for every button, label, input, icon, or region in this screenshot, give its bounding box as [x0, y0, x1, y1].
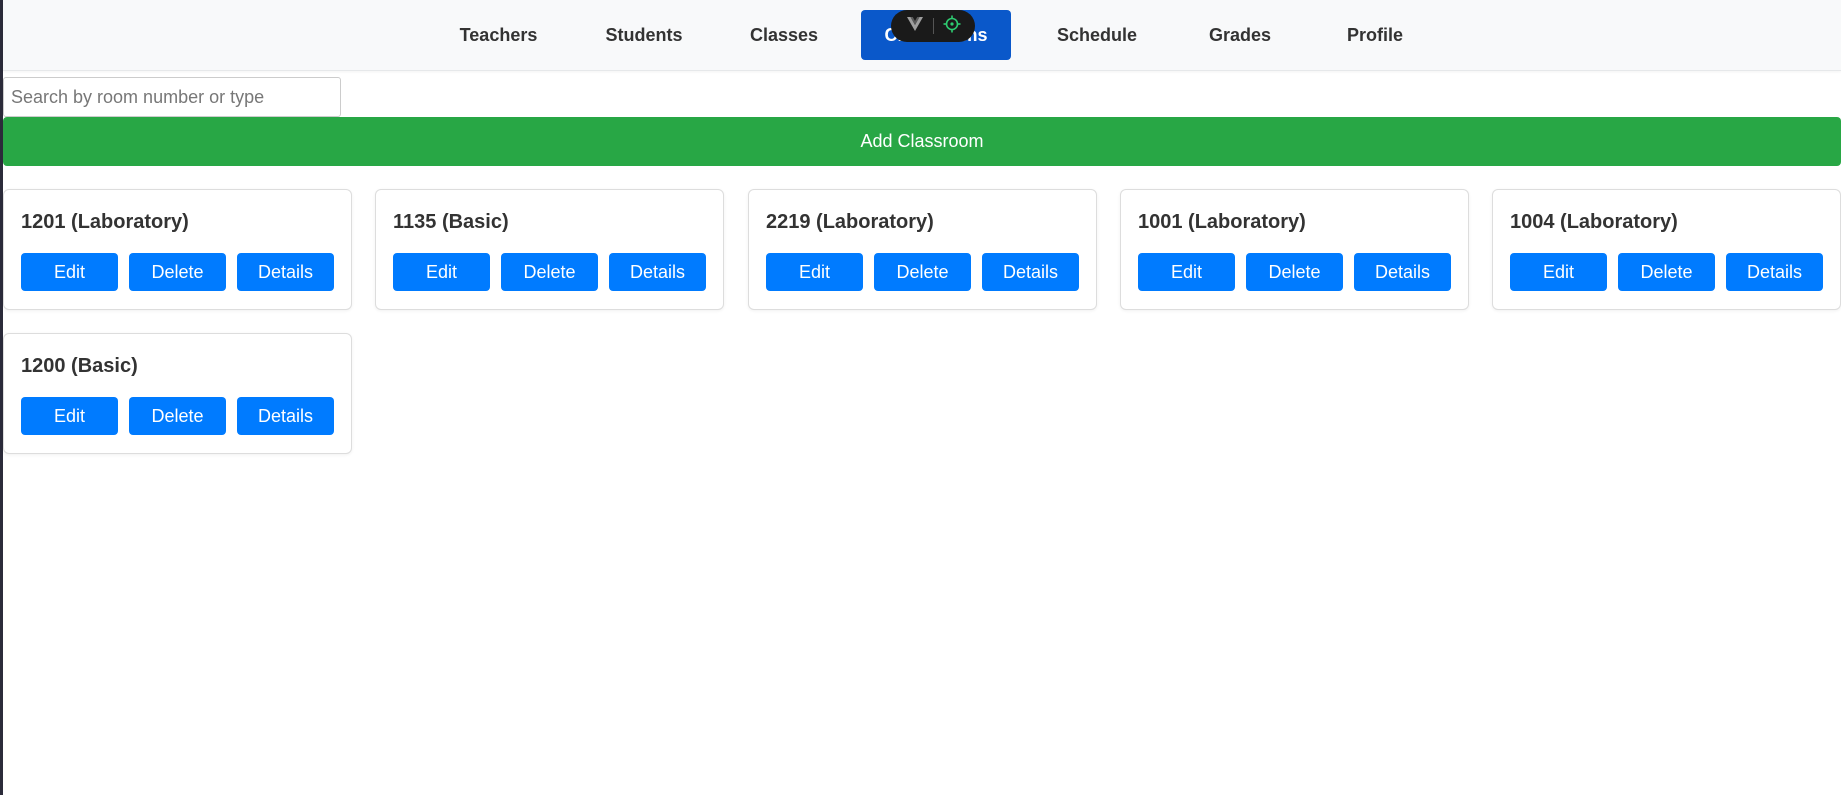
classroom-card: 1135 (Basic) Edit Delete Details	[375, 189, 724, 310]
nav-students[interactable]: Students	[588, 10, 700, 60]
edit-button[interactable]: Edit	[21, 253, 118, 291]
classroom-card: 1200 (Basic) Edit Delete Details	[3, 333, 352, 454]
classroom-title: 1200 (Basic)	[21, 355, 138, 377]
classroom-title: 1004 (Laboratory)	[1510, 211, 1678, 233]
search-input[interactable]	[3, 77, 341, 117]
details-button[interactable]: Details	[609, 253, 706, 291]
edit-button[interactable]: Edit	[21, 397, 118, 435]
edit-button[interactable]: Edit	[766, 253, 863, 291]
edit-button[interactable]: Edit	[1510, 253, 1607, 291]
delete-button[interactable]: Delete	[1618, 253, 1715, 291]
delete-button[interactable]: Delete	[874, 253, 971, 291]
devtools-overlay[interactable]	[891, 10, 975, 42]
nav-teachers[interactable]: Teachers	[444, 10, 553, 60]
nav-classes[interactable]: Classes	[734, 10, 834, 60]
classroom-title: 1135 (Basic)	[393, 211, 509, 233]
nav-profile[interactable]: Profile	[1325, 10, 1425, 60]
details-button[interactable]: Details	[237, 253, 334, 291]
classroom-card: 1201 (Laboratory) Edit Delete Details	[3, 189, 352, 310]
details-button[interactable]: Details	[982, 253, 1079, 291]
delete-button[interactable]: Delete	[129, 397, 226, 435]
classroom-card: 1001 (Laboratory) Edit Delete Details	[1120, 189, 1469, 310]
classroom-title: 1001 (Laboratory)	[1138, 211, 1306, 233]
target-icon[interactable]	[943, 15, 961, 38]
classroom-title: 2219 (Laboratory)	[766, 211, 934, 233]
details-button[interactable]: Details	[1354, 253, 1451, 291]
delete-button[interactable]: Delete	[1246, 253, 1343, 291]
details-button[interactable]: Details	[1726, 253, 1823, 291]
add-classroom-button[interactable]: Add Classroom	[3, 117, 1841, 166]
edit-button[interactable]: Edit	[1138, 253, 1235, 291]
vue-logo-icon[interactable]	[906, 16, 924, 37]
nav-grades[interactable]: Grades	[1190, 10, 1290, 60]
edit-button[interactable]: Edit	[393, 253, 490, 291]
classroom-card: 1004 (Laboratory) Edit Delete Details	[1492, 189, 1841, 310]
delete-button[interactable]: Delete	[129, 253, 226, 291]
details-button[interactable]: Details	[237, 397, 334, 435]
classroom-card: 2219 (Laboratory) Edit Delete Details	[748, 189, 1097, 310]
classroom-title: 1201 (Laboratory)	[21, 211, 189, 233]
nav-schedule[interactable]: Schedule	[1040, 10, 1154, 60]
overlay-divider	[932, 18, 934, 34]
delete-button[interactable]: Delete	[501, 253, 598, 291]
